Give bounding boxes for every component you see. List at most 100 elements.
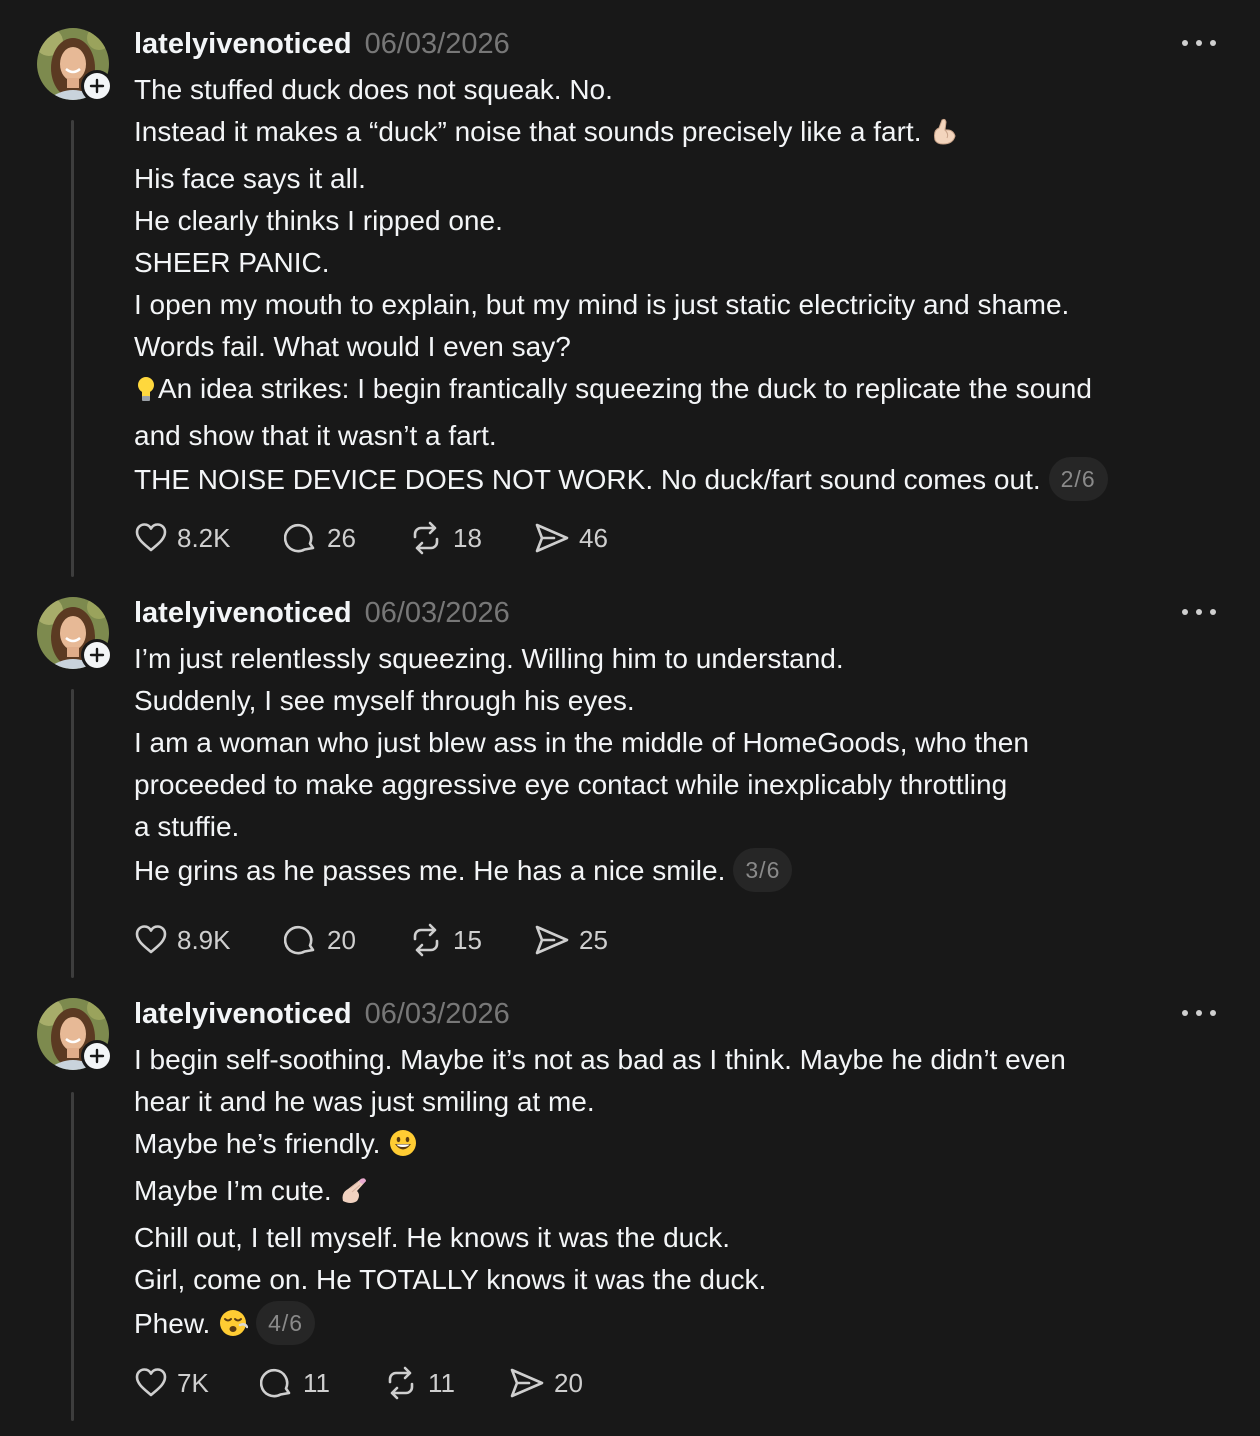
post-line: Girl, come on. He TOTALLY knows it was t… bbox=[134, 1264, 767, 1295]
comment-icon bbox=[260, 1368, 291, 1398]
share-count: 20 bbox=[554, 1367, 583, 1398]
post-date: 06/03/2026 bbox=[364, 28, 510, 60]
post-line: I am a woman who just blew ass in the mi… bbox=[134, 727, 1029, 758]
post-line: hear it and he was just smiling at me. bbox=[134, 1086, 595, 1117]
like-count: 8.2K bbox=[177, 522, 231, 553]
reply-button[interactable]: 26 bbox=[284, 518, 356, 558]
reply-count: 26 bbox=[327, 522, 356, 553]
post-line: Instead it makes a “duck” noise that sou… bbox=[134, 116, 922, 147]
reply-button[interactable]: 20 bbox=[284, 920, 356, 960]
repost-count: 15 bbox=[453, 924, 482, 955]
post-line: Suddenly, I see myself through his eyes. bbox=[134, 685, 635, 716]
post-line: I’m just relentlessly squeezing. Willing… bbox=[134, 643, 844, 674]
plus-icon bbox=[84, 1043, 110, 1069]
repost-icon bbox=[413, 521, 439, 555]
post-date: 06/03/2026 bbox=[364, 998, 510, 1030]
repost-count: 11 bbox=[428, 1367, 455, 1398]
like-button[interactable]: 8.9K bbox=[134, 920, 231, 960]
avatar[interactable] bbox=[37, 998, 113, 1072]
pinching-hand-emoji-icon bbox=[929, 116, 959, 158]
like-button[interactable]: 8.2K bbox=[134, 518, 231, 558]
post-header: latelyivenoticed 06/03/2026 bbox=[134, 998, 510, 1034]
plus-icon bbox=[84, 73, 110, 99]
reply-button[interactable]: 11 bbox=[260, 1363, 330, 1403]
share-button[interactable]: 25 bbox=[534, 920, 608, 960]
thread-page-indicator: 4/6 bbox=[256, 1301, 316, 1345]
post-line-with-indicator: THE NOISE DEVICE DOES NOT WORK. No duck/… bbox=[134, 457, 1224, 501]
repost-button[interactable]: 18 bbox=[408, 518, 482, 558]
post-line-with-indicator: Phew. 4/6 bbox=[134, 1301, 1224, 1350]
follow-button[interactable] bbox=[81, 1040, 113, 1072]
post-line: An idea strikes: I begin frantically squ… bbox=[158, 373, 1092, 404]
post-body: I begin self-soothing. Maybe it’s not as… bbox=[134, 1039, 1224, 1350]
avatar[interactable] bbox=[37, 28, 113, 102]
reply-count: 20 bbox=[327, 924, 356, 955]
follow-button[interactable] bbox=[81, 70, 113, 102]
more-options-icon[interactable] bbox=[1178, 34, 1220, 52]
relieved-face-emoji-icon bbox=[218, 1308, 249, 1350]
post-line: Maybe I’m cute. bbox=[134, 1175, 332, 1206]
repost-count: 18 bbox=[453, 522, 482, 553]
share-button[interactable]: 46 bbox=[534, 518, 608, 558]
post-line: SHEER PANIC. bbox=[134, 247, 330, 278]
repost-button[interactable]: 15 bbox=[408, 920, 482, 960]
post-line: and show that it wasn’t a fart. bbox=[134, 420, 497, 451]
post-line-with-emoji: Maybe he’s friendly. bbox=[134, 1123, 1224, 1170]
share-count: 25 bbox=[579, 924, 608, 955]
light-bulb-emoji-icon bbox=[134, 373, 158, 415]
post-line: Maybe he’s friendly. bbox=[134, 1128, 381, 1159]
repost-icon bbox=[413, 923, 439, 957]
grinning-face-emoji-icon bbox=[388, 1128, 418, 1170]
follow-button[interactable] bbox=[81, 639, 113, 671]
post-line: I open my mouth to explain, but my mind … bbox=[134, 289, 1070, 320]
like-count: 8.9K bbox=[177, 924, 231, 955]
username[interactable]: latelyivenoticed bbox=[134, 998, 352, 1031]
more-options-icon[interactable] bbox=[1178, 603, 1220, 621]
thread-line bbox=[71, 120, 74, 577]
post-line: a stuffie. bbox=[134, 811, 240, 842]
post-line: Chill out, I tell myself. He knows it wa… bbox=[134, 1222, 730, 1253]
repost-icon bbox=[388, 1366, 414, 1400]
post-header: latelyivenoticed 06/03/2026 bbox=[134, 597, 510, 633]
post-line: The stuffed duck does not squeak. No. bbox=[134, 74, 613, 105]
post-header: latelyivenoticed 06/03/2026 bbox=[134, 28, 510, 64]
post-line-with-emoji: An idea strikes: I begin frantically squ… bbox=[134, 368, 1224, 415]
share-count: 46 bbox=[579, 522, 608, 553]
post-line: THE NOISE DEVICE DOES NOT WORK. No duck/… bbox=[134, 464, 1041, 495]
avatar[interactable] bbox=[37, 597, 113, 671]
heart-icon bbox=[135, 925, 167, 954]
more-options-icon[interactable] bbox=[1178, 1004, 1220, 1022]
thread-line bbox=[71, 1092, 74, 1421]
username[interactable]: latelyivenoticed bbox=[134, 597, 352, 630]
share-button[interactable]: 20 bbox=[509, 1363, 583, 1403]
like-count: 7K bbox=[177, 1367, 209, 1398]
send-icon bbox=[535, 925, 569, 955]
like-button[interactable]: 7K bbox=[134, 1363, 209, 1403]
thread-page-indicator: 3/6 bbox=[733, 848, 793, 892]
comment-icon bbox=[284, 925, 315, 955]
post-line-with-indicator: He grins as he passes me. He has a nice … bbox=[134, 848, 1224, 892]
comment-icon bbox=[284, 523, 315, 553]
post-body: The stuffed duck does not squeak. No. In… bbox=[134, 69, 1224, 501]
thread-line bbox=[71, 689, 74, 978]
reply-count: 11 bbox=[303, 1367, 330, 1398]
post-line-with-emoji: Instead it makes a “duck” noise that sou… bbox=[134, 111, 1224, 158]
send-icon bbox=[535, 523, 569, 553]
post-date: 06/03/2026 bbox=[364, 597, 510, 629]
send-icon bbox=[510, 1368, 544, 1398]
username[interactable]: latelyivenoticed bbox=[134, 28, 352, 61]
post-line-with-emoji: Maybe I’m cute. bbox=[134, 1170, 1224, 1217]
thread-page-indicator: 2/6 bbox=[1048, 457, 1108, 501]
heart-icon bbox=[135, 1368, 167, 1397]
plus-icon bbox=[84, 642, 110, 668]
post-line: He grins as he passes me. He has a nice … bbox=[134, 855, 726, 886]
post-body: I’m just relentlessly squeezing. Willing… bbox=[134, 638, 1224, 892]
post-line: Phew. bbox=[134, 1308, 211, 1339]
post-line: He clearly thinks I ripped one. bbox=[134, 205, 503, 236]
post-line: I begin self-soothing. Maybe it’s not as… bbox=[134, 1044, 1066, 1075]
repost-button[interactable]: 11 bbox=[383, 1363, 455, 1403]
post-line: Words fail. What would I even say? bbox=[134, 331, 571, 362]
nail-polish-emoji-icon bbox=[339, 1175, 371, 1217]
heart-icon bbox=[135, 523, 167, 552]
post-line: proceeded to make aggressive eye contact… bbox=[134, 769, 1008, 800]
